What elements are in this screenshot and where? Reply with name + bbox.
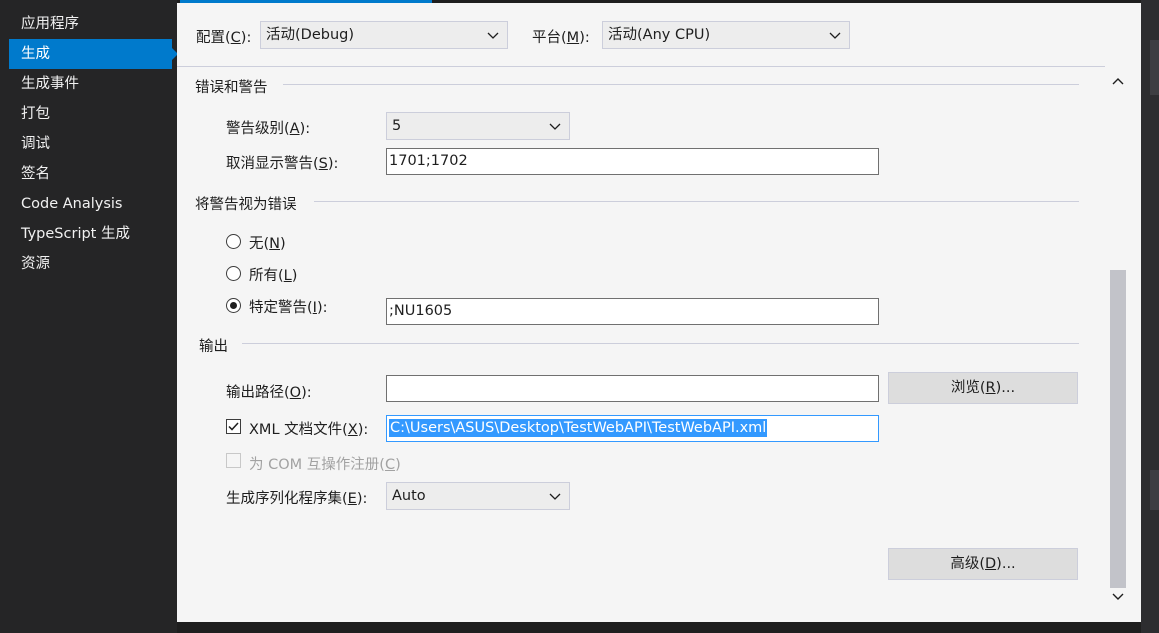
vertical-scrollbar[interactable] [1105,70,1127,610]
warning-level-dropdown[interactable]: 5 [386,112,570,140]
build-settings-panel: 配置(C): 活动(Debug) 平台(M): 活动(Any CPU) 错误和警… [177,3,1141,622]
browse-button[interactable]: 浏览(R)... [888,372,1078,404]
sidebar-item-label: 生成事件 [21,76,79,92]
radio-all-label[interactable]: 所有(L) [249,264,297,285]
xml-doc-label[interactable]: XML 文档文件(X): [249,418,368,439]
sidebar-item-label: 调试 [21,136,50,152]
sidebar-item-typescript-build[interactable]: TypeScript 生成 [9,219,172,249]
platform-value: 活动(Any CPU) [608,27,711,43]
com-interop-checkbox[interactable] [226,453,241,468]
chevron-down-icon [487,32,499,39]
section-title-treat-warnings-as-errors: 将警告视为错误 [195,197,297,213]
scroll-thumb[interactable] [1110,270,1126,588]
warning-level-label: 警告级别(A): [226,121,311,137]
config-label: 配置(C): [196,30,252,46]
specific-warnings-input[interactable]: ;NU1605 [386,298,879,325]
com-interop-label: 为 COM 互操作注册(C) [249,457,401,473]
config-dropdown[interactable]: 活动(Debug) [260,21,508,49]
suppress-warnings-label: 取消显示警告(S): [226,156,339,172]
sidebar-item-label: TypeScript 生成 [21,226,130,242]
sidebar-item-build-events[interactable]: 生成事件 [9,69,172,99]
sidebar-item-label: 应用程序 [21,16,79,32]
edge-marker [1150,40,1159,95]
sidebar-item-resources[interactable]: 资源 [9,249,172,279]
section-divider [242,343,1079,344]
sidebar-item-label: Code Analysis [21,196,123,212]
section-title-errors-warnings: 错误和警告 [195,80,268,96]
scroll-down-button[interactable] [1110,588,1126,606]
platform-label: 平台(M): [532,30,590,46]
chevron-down-icon [549,493,561,500]
chevron-down-icon [549,123,561,130]
radio-all[interactable] [226,266,241,281]
edge-marker [1150,470,1159,510]
serialization-label: 生成序列化程序集(E): [226,491,368,507]
output-path-label: 输出路径(O): [226,385,312,401]
header-divider [177,66,1105,67]
scroll-up-button[interactable] [1110,74,1126,92]
sidebar-item-build[interactable]: 生成 [9,39,178,69]
sidebar-item-package[interactable]: 打包 [9,99,172,129]
serialization-value: Auto [392,488,426,504]
chevron-up-icon [1112,78,1124,85]
suppress-warnings-input[interactable]: 1701;1702 [386,148,879,175]
xml-doc-value: C:\Users\ASUS\Desktop\TestWebAPI\TestWeb… [389,419,768,437]
settings-sidebar: 应用程序 生成 生成事件 打包 调试 签名 Code Analysis Type… [0,0,178,633]
sidebar-item-signing[interactable]: 签名 [9,159,172,189]
xml-doc-input[interactable]: C:\Users\ASUS\Desktop\TestWebAPI\TestWeb… [386,415,879,442]
config-value: 活动(Debug) [266,27,354,43]
output-path-input[interactable] [386,375,879,402]
sidebar-item-debug[interactable]: 调试 [9,129,172,159]
radio-none-label[interactable]: 无(N) [249,232,286,253]
warning-level-value: 5 [392,118,402,134]
radio-specific-warnings[interactable] [226,298,241,313]
sidebar-item-code-analysis[interactable]: Code Analysis [9,189,172,219]
radio-specific-warnings-label[interactable]: 特定警告(I): [249,296,328,317]
sidebar-item-application[interactable]: 应用程序 [9,9,172,39]
sidebar-item-label: 打包 [21,106,50,122]
xml-doc-checkbox[interactable] [226,419,241,434]
section-divider [314,201,1079,202]
section-title-output: 输出 [199,339,228,355]
serialization-dropdown[interactable]: Auto [386,482,570,510]
sidebar-item-label: 资源 [21,256,50,272]
sidebar-item-label: 签名 [21,166,50,182]
platform-dropdown[interactable]: 活动(Any CPU) [602,21,850,49]
advanced-button[interactable]: 高级(D)... [888,548,1078,580]
sidebar-item-label: 生成 [21,46,50,62]
section-divider [283,84,1079,85]
checkmark-icon [228,422,239,431]
editor-edge [1141,0,1159,633]
radio-none[interactable] [226,234,241,249]
chevron-down-icon [1112,593,1124,600]
chevron-down-icon [829,32,841,39]
